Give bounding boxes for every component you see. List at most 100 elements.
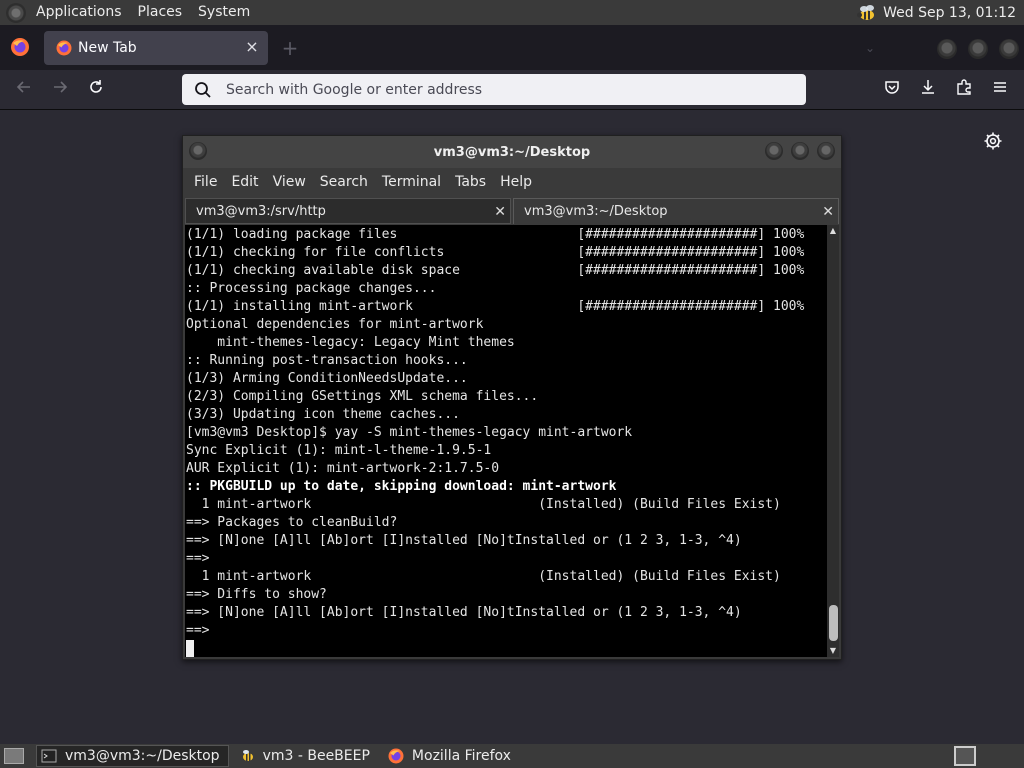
terminal-minimize-button[interactable] (765, 142, 783, 160)
terminal-line: :: Processing package changes... (186, 281, 437, 296)
scroll-up-icon[interactable]: ▲ (827, 225, 839, 237)
terminal-output[interactable]: (1/1) loading package files [###########… (185, 225, 827, 657)
terminal-close-button[interactable] (817, 142, 835, 160)
minimize-button[interactable] (937, 39, 957, 59)
pocket-icon (885, 81, 899, 94)
search-icon (195, 81, 211, 98)
menu-tabs[interactable]: Tabs (448, 174, 493, 190)
extensions-button[interactable] (952, 78, 976, 102)
terminal-line: (3/3) Updating icon theme caches... (186, 407, 460, 422)
maximize-button[interactable] (968, 39, 988, 59)
tab-new-tab[interactable]: New Tab × (44, 31, 268, 65)
puzzle-icon (957, 79, 971, 95)
hamburger-menu-icon (994, 82, 1006, 92)
terminal-line: mint-themes-legacy: Legacy Mint themes (186, 335, 515, 350)
terminal-line: :: Running post-transaction hooks... (186, 353, 468, 368)
firefox-tab-strip: New Tab × + ⌄ (0, 25, 1024, 70)
terminal-line: [vm3@vm3 Desktop]$ yay -S mint-themes-le… (186, 425, 633, 440)
terminal-line: AUR Explicit (1): mint-artwork-2:1.7.5-0 (186, 461, 500, 476)
window-menu-button[interactable] (189, 142, 207, 160)
task-beebeep[interactable]: vm3 - BeeBEEP (235, 745, 378, 767)
tab-title: New Tab (78, 40, 137, 56)
menu-search[interactable]: Search (313, 174, 375, 190)
menu-file[interactable]: File (187, 174, 224, 190)
beebeep-icon (242, 750, 253, 761)
menu-view[interactable]: View (266, 174, 313, 190)
terminal-icon (41, 749, 57, 763)
bottom-panel: vm3@vm3:~/Desktop vm3 - BeeBEEP Mozilla … (0, 744, 1024, 768)
address-input[interactable] (226, 81, 786, 98)
terminal-tab-label: vm3@vm3:/srv/http (196, 204, 326, 219)
menu-applications[interactable]: Applications (28, 0, 130, 25)
clock[interactable]: Wed Sep 13, 01:12 (883, 5, 1016, 21)
distro-logo-icon[interactable] (6, 2, 26, 23)
task-label: vm3@vm3:~/Desktop (65, 748, 220, 764)
downloads-button[interactable] (916, 78, 940, 102)
list-all-tabs-icon[interactable]: ⌄ (865, 41, 881, 55)
terminal-line: (1/1) checking for file conflicts [#####… (186, 245, 805, 260)
terminal-line: Optional dependencies for mint-artwork (186, 317, 484, 332)
scroll-down-icon[interactable]: ▼ (827, 645, 839, 657)
terminal-line: ==> [N]one [A]ll [Ab]ort [I]nstalled [No… (186, 533, 742, 548)
firefox-icon (388, 748, 404, 764)
forward-button[interactable] (48, 78, 72, 102)
beebeep-tray-icon[interactable] (855, 4, 877, 22)
terminal-line: Sync Explicit (1): mint-l-theme-1.9.5-1 (186, 443, 492, 458)
pocket-button[interactable] (880, 78, 904, 102)
firefox-view-icon[interactable] (10, 37, 30, 57)
terminal-titlebar[interactable]: vm3@vm3:~/Desktop (183, 136, 841, 168)
terminal-line: 1 mint-artwork (Installed) (Build Files … (186, 497, 781, 512)
terminal-window: vm3@vm3:~/Desktop File Edit View Search … (182, 135, 842, 660)
terminal-line: (1/1) installing mint-artwork [#########… (186, 299, 805, 314)
terminal-tab-desktop[interactable]: vm3@vm3:~/Desktop ✕ (513, 198, 839, 224)
task-label: Mozilla Firefox (411, 748, 511, 764)
menu-help[interactable]: Help (493, 174, 539, 190)
menu-system[interactable]: System (190, 0, 258, 25)
workspace-switcher[interactable] (954, 746, 976, 766)
firefox-nav-bar (0, 70, 1024, 110)
terminal-maximize-button[interactable] (791, 142, 809, 160)
terminal-tab-bar: vm3@vm3:/srv/http ✕ vm3@vm3:~/Desktop ✕ (183, 198, 841, 224)
terminal-line: ==> (186, 623, 210, 638)
terminal-line: ==> Diffs to show? (186, 587, 327, 602)
task-label: vm3 - BeeBEEP (262, 748, 370, 764)
terminal-line: (2/3) Compiling GSettings XML schema fil… (186, 389, 539, 404)
new-tab-button[interactable]: + (281, 38, 299, 58)
close-tab-icon[interactable]: × (244, 39, 260, 55)
scrollbar-thumb[interactable] (829, 605, 838, 641)
terminal-prompt-line[interactable] (186, 640, 827, 657)
gear-icon[interactable] (983, 131, 1003, 151)
menu-edit[interactable]: Edit (224, 174, 265, 190)
terminal-line: 1 mint-artwork (Installed) (Build Files … (186, 569, 781, 584)
arrow-right-icon (54, 81, 68, 93)
terminal-tab-srv-http[interactable]: vm3@vm3:/srv/http ✕ (185, 198, 511, 224)
reload-icon (90, 80, 102, 93)
terminal-line: ==> [N]one [A]ll [Ab]ort [I]nstalled [No… (186, 605, 742, 620)
close-icon[interactable]: ✕ (494, 199, 506, 225)
show-desktop-button[interactable] (4, 748, 24, 764)
download-icon (922, 80, 934, 94)
terminal-title: vm3@vm3:~/Desktop (433, 144, 591, 160)
back-button[interactable] (12, 78, 36, 102)
close-icon[interactable]: ✕ (822, 199, 834, 225)
firefox-icon (56, 40, 72, 56)
menu-terminal[interactable]: Terminal (375, 174, 448, 190)
terminal-line: :: PKGBUILD up to date, skipping downloa… (186, 479, 617, 494)
terminal-menubar: File Edit View Search Terminal Tabs Help (183, 168, 841, 196)
top-panel: Applications Places System Wed Sep 13, 0… (0, 0, 1024, 25)
terminal-line: (1/3) Arming ConditionNeedsUpdate... (186, 371, 468, 386)
task-terminal[interactable]: vm3@vm3:~/Desktop (36, 745, 229, 767)
menu-places[interactable]: Places (130, 0, 191, 25)
terminal-line: (1/1) checking available disk space [###… (186, 263, 805, 278)
app-menu-button[interactable] (988, 78, 1012, 102)
reload-button[interactable] (84, 78, 108, 102)
terminal-line: ==> Packages to cleanBuild? (186, 515, 398, 530)
task-firefox[interactable]: Mozilla Firefox (384, 745, 519, 767)
url-bar[interactable] (182, 74, 806, 105)
terminal-line: (1/1) loading package files [###########… (186, 227, 805, 242)
close-window-button[interactable] (999, 39, 1019, 59)
terminal-scrollbar[interactable]: ▲ ▼ (827, 225, 839, 657)
arrow-left-icon (16, 81, 30, 93)
terminal-tab-label: vm3@vm3:~/Desktop (524, 204, 668, 219)
text-cursor (186, 640, 194, 657)
